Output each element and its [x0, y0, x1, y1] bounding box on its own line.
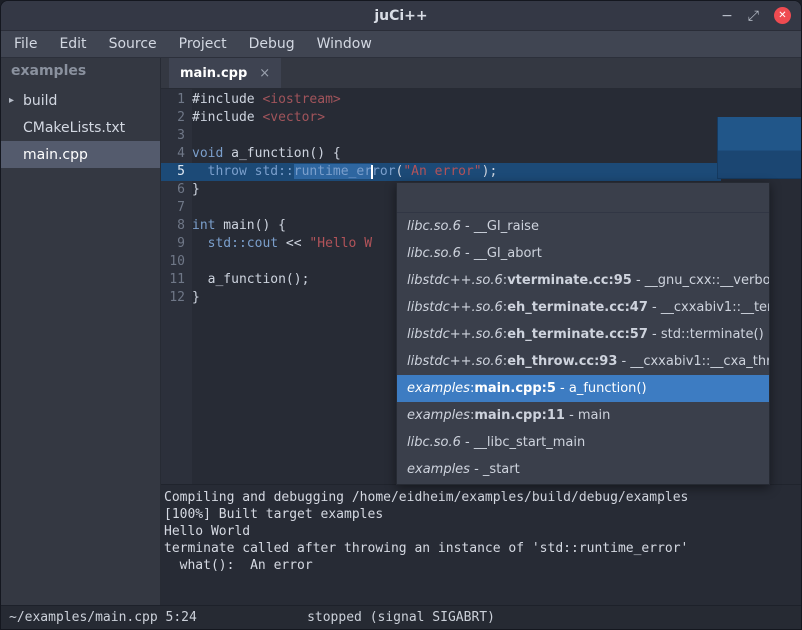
menu-project[interactable]: Project [168, 31, 238, 58]
code-text: throw std::runtime_error("An error"); [192, 163, 497, 181]
output-terminal[interactable]: Compiling and debugging /home/eidheim/ex… [161, 484, 801, 605]
terminal-line: [100%] Built target examples [164, 506, 795, 523]
tree-item-main-cpp[interactable]: main.cpp [1, 141, 160, 168]
tree-item-label: build [23, 93, 57, 109]
code-text: } [192, 289, 200, 307]
menu-source[interactable]: Source [98, 31, 168, 58]
line-number: 8 [161, 217, 192, 235]
file-tree-sidebar: examples ▸build CMakeLists.txt main.cpp [1, 58, 161, 605]
stack-frame-item[interactable]: libstdc++.so.6:eh_throw.cc:93 - __cxxabi… [397, 348, 769, 375]
tab-bar: main.cpp × [161, 58, 801, 89]
terminal-lines: Compiling and debugging /home/eidheim/ex… [164, 489, 795, 574]
stack-frame-item[interactable]: examples:main.cpp:5 - a_function() [397, 375, 769, 402]
stack-frame-item[interactable]: libstdc++.so.6:vterminate.cc:95 - __gnu_… [397, 267, 769, 294]
stack-frame-item[interactable]: libc.so.6 - __libc_start_main [397, 429, 769, 456]
code-line[interactable]: 3 [161, 127, 801, 145]
line-number: 10 [161, 253, 192, 271]
code-text: void a_function() { [192, 145, 341, 163]
code-text: } [192, 181, 200, 199]
terminal-line: what(): An error [164, 557, 795, 574]
expander-icon[interactable]: ▸ [9, 95, 23, 106]
terminal-line: Hello World [164, 523, 795, 540]
window-title: juCi++ [1, 8, 801, 24]
tab-close-icon[interactable]: × [259, 66, 270, 81]
line-number: 6 [161, 181, 192, 199]
tree-item-label: CMakeLists.txt [23, 120, 125, 136]
stack-frame-item[interactable]: libc.so.6 - __GI_raise [397, 213, 769, 240]
tree-item-build[interactable]: ▸build [1, 87, 160, 114]
minimize-icon[interactable]: − [721, 9, 733, 23]
code-text: std::cout << "Hello W [192, 235, 372, 253]
stack-frame-item[interactable]: libstdc++.so.6:eh_terminate.cc:47 - __cx… [397, 294, 769, 321]
stack-frame-item[interactable]: libc.so.6 - __GI_abort [397, 240, 769, 267]
stack-frame-item[interactable]: libstdc++.so.6:eh_terminate.cc:57 - std:… [397, 321, 769, 348]
stack-trace-popup: libc.so.6 - __GI_raiselibc.so.6 - __GI_a… [396, 182, 770, 485]
highlight-panel [717, 117, 801, 179]
code-text: a_function(); [192, 271, 309, 289]
line-number: 5 [161, 163, 192, 181]
menu-edit[interactable]: Edit [48, 31, 97, 58]
terminal-line: Compiling and debugging /home/eidheim/ex… [164, 489, 795, 506]
status-bar: stopped (signal SIGABRT) ~/examples/main… [1, 605, 801, 629]
code-line[interactable]: 4void a_function() { [161, 145, 801, 163]
stack-frame-list: libc.so.6 - __GI_raiselibc.so.6 - __GI_a… [397, 213, 769, 483]
title-bar[interactable]: juCi++ − ⤢ ✕ [1, 1, 801, 31]
maximize-icon[interactable]: ⤢ [748, 9, 759, 23]
line-number: 3 [161, 127, 192, 145]
code-line[interactable]: 1#include <iostream> [161, 91, 801, 109]
app-window: juCi++ − ⤢ ✕ FileEditSourceProjectDebugW… [0, 0, 802, 630]
code-line[interactable]: 2#include <vector> [161, 109, 801, 127]
menu-debug[interactable]: Debug [238, 31, 306, 58]
line-number: 4 [161, 145, 192, 163]
code-text: #include <iostream> [192, 91, 341, 109]
terminal-line: terminate called after throwing an insta… [164, 540, 795, 557]
line-number: 11 [161, 271, 192, 289]
close-icon[interactable]: ✕ [774, 7, 791, 24]
code-text: #include <vector> [192, 109, 325, 127]
popup-header-spacer [397, 183, 769, 213]
code-text: int main() { [192, 217, 286, 235]
line-number: 12 [161, 289, 192, 307]
tab-label: main.cpp [180, 66, 247, 81]
code-line[interactable]: 5 throw std::runtime_error("An error"); [161, 163, 801, 181]
stack-frame-item[interactable]: examples - _start [397, 456, 769, 483]
menubar: FileEditSourceProjectDebugWindow [1, 31, 801, 58]
menu-file[interactable]: File [3, 31, 48, 58]
tree-item-cmakelists-txt[interactable]: CMakeLists.txt [1, 114, 160, 141]
menu-window[interactable]: Window [306, 31, 383, 58]
line-number: 9 [161, 235, 192, 253]
stack-frame-item[interactable]: examples:main.cpp:11 - main [397, 402, 769, 429]
line-number: 1 [161, 91, 192, 109]
file-path-status: ~/examples/main.cpp 5:24 [1, 610, 197, 625]
project-name: examples [1, 58, 160, 87]
line-number: 2 [161, 109, 192, 127]
tab-main-cpp[interactable]: main.cpp × [169, 58, 281, 88]
window-controls: − ⤢ ✕ [721, 7, 791, 24]
tree-item-label: main.cpp [23, 147, 88, 163]
file-tree: ▸build CMakeLists.txt main.cpp [1, 87, 160, 168]
line-number: 7 [161, 199, 192, 217]
